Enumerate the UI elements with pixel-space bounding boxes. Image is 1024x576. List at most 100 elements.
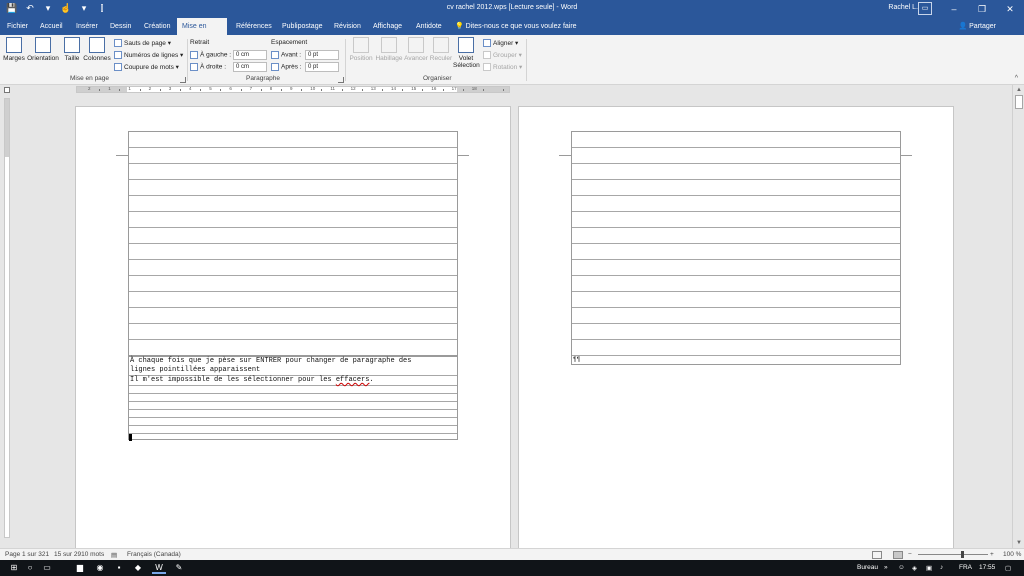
scroll-thumb[interactable] bbox=[1015, 95, 1023, 109]
minimize-button[interactable]: – bbox=[940, 0, 968, 18]
zoom-slider-thumb[interactable] bbox=[961, 551, 964, 558]
table-row[interactable] bbox=[572, 244, 900, 260]
line-numbers-button[interactable]: Numéros de lignes ▾ bbox=[114, 51, 183, 60]
table-bottom[interactable]: À chaque fois que je pèse sur ENTRER pou… bbox=[128, 356, 458, 443]
document-page-2[interactable]: ¶¶ bbox=[518, 106, 954, 548]
vertical-ruler[interactable] bbox=[4, 98, 10, 538]
user-name[interactable]: Rachel L. bbox=[888, 4, 918, 11]
table-row[interactable] bbox=[129, 148, 457, 164]
bring-forward-button[interactable]: Avancer bbox=[404, 37, 428, 62]
table-row[interactable] bbox=[572, 212, 900, 228]
table-page-2[interactable]: ¶¶ bbox=[571, 131, 901, 365]
dotted-line-row[interactable] bbox=[129, 426, 457, 434]
collapse-ribbon-icon[interactable]: ^ bbox=[1015, 75, 1018, 82]
size-button[interactable]: Taille bbox=[62, 37, 82, 62]
send-backward-button[interactable]: Reculer bbox=[429, 37, 453, 62]
chrome-icon[interactable]: ◉ bbox=[93, 562, 107, 574]
table-row[interactable] bbox=[129, 276, 457, 292]
notification-icon[interactable]: ▣ bbox=[926, 564, 932, 572]
page-breaks-button[interactable]: Sauts de page ▾ bbox=[114, 39, 171, 48]
maximize-button[interactable]: ❐ bbox=[968, 0, 996, 18]
task-view-icon[interactable]: ▭ bbox=[40, 562, 54, 574]
tab-creation[interactable]: Création bbox=[139, 18, 175, 35]
clock[interactable]: 17:55 bbox=[979, 564, 995, 571]
dotted-line-row[interactable] bbox=[129, 418, 457, 426]
file-explorer-icon[interactable]: ▆ bbox=[73, 562, 87, 574]
tab-references[interactable]: Références bbox=[231, 18, 277, 35]
table-row[interactable] bbox=[129, 164, 457, 180]
table-row[interactable] bbox=[129, 324, 457, 340]
tab-revision[interactable]: Révision bbox=[329, 18, 366, 35]
table-row[interactable] bbox=[129, 132, 457, 148]
windows-start-icon[interactable]: ⊞ bbox=[7, 562, 21, 574]
tab-selector[interactable] bbox=[4, 87, 10, 93]
people-icon[interactable]: ☺ bbox=[898, 564, 905, 571]
tab-inserer[interactable]: Insérer bbox=[71, 18, 103, 35]
group-button[interactable]: Grouper ▾ bbox=[483, 51, 522, 60]
tab-accueil[interactable]: Accueil bbox=[35, 18, 68, 35]
selection-pane-button[interactable]: Volet Sélection bbox=[453, 37, 480, 69]
table-row[interactable] bbox=[129, 340, 457, 355]
rotate-button[interactable]: Rotation ▾ bbox=[483, 63, 522, 72]
table-row[interactable] bbox=[129, 180, 457, 196]
word-icon[interactable]: W bbox=[152, 562, 166, 574]
table-row[interactable] bbox=[129, 292, 457, 308]
wrap-text-button[interactable]: Habillage bbox=[375, 37, 403, 62]
document-page-1[interactable]: À chaque fois que je pèse sur ENTRER pou… bbox=[75, 106, 511, 548]
margins-button[interactable]: Marges bbox=[3, 37, 25, 62]
table-row[interactable] bbox=[572, 340, 900, 356]
table-row[interactable] bbox=[572, 308, 900, 324]
table-row[interactable] bbox=[129, 212, 457, 228]
zoom-in-icon[interactable]: + bbox=[990, 551, 994, 558]
table-row[interactable] bbox=[572, 260, 900, 276]
document-area[interactable]: À chaque fois que je pèse sur ENTRER pou… bbox=[12, 94, 1012, 548]
dotted-line-row[interactable] bbox=[129, 386, 457, 394]
columns-button[interactable]: Colonnes bbox=[83, 37, 111, 62]
table-row[interactable] bbox=[572, 164, 900, 180]
indent-right-input[interactable]: 0 cm bbox=[233, 62, 267, 72]
page-count[interactable]: Page 1 sur 321 bbox=[5, 551, 49, 558]
word-count[interactable]: 15 sur 2910 mots bbox=[54, 551, 104, 558]
table-row[interactable] bbox=[129, 308, 457, 324]
app-icon[interactable]: ◆ bbox=[131, 562, 145, 574]
desktop-toolbar[interactable]: Bureau bbox=[857, 564, 878, 571]
table-row[interactable] bbox=[129, 244, 457, 260]
paragraphe-dialog-launcher[interactable] bbox=[338, 77, 344, 83]
table-row[interactable] bbox=[572, 148, 900, 164]
dotted-line-row[interactable] bbox=[129, 402, 457, 410]
table-row[interactable] bbox=[572, 196, 900, 212]
scroll-down-icon[interactable]: ▼ bbox=[1016, 540, 1022, 546]
close-button[interactable]: ✕ bbox=[996, 0, 1024, 18]
spacing-after-input[interactable]: 0 pt bbox=[305, 62, 339, 72]
table-row[interactable] bbox=[129, 228, 457, 244]
tab-antidote[interactable]: Antidote bbox=[411, 18, 447, 35]
tab-affichage[interactable]: Affichage bbox=[368, 18, 407, 35]
zoom-slider[interactable] bbox=[918, 554, 988, 555]
table-row[interactable] bbox=[572, 276, 900, 292]
tab-dessin[interactable]: Dessin bbox=[105, 18, 136, 35]
tell-me-search[interactable]: 💡 Dites-nous ce que vous voulez faire bbox=[455, 18, 577, 35]
orientation-button[interactable]: Orientation bbox=[26, 37, 60, 62]
language-status[interactable]: Français (Canada) bbox=[127, 551, 181, 558]
text-cell[interactable]: Il m'est impossible de les sélectionner … bbox=[129, 376, 457, 386]
tab-publipostage[interactable]: Publipostage bbox=[277, 18, 327, 35]
spelling-error-word[interactable]: effacers bbox=[336, 376, 370, 384]
indent-left-input[interactable]: 0 cm bbox=[233, 50, 267, 60]
spacing-before-input[interactable]: 0 pt bbox=[305, 50, 339, 60]
volume-icon[interactable]: ♪ bbox=[940, 564, 943, 571]
text-cell[interactable]: À chaque fois que je pèse sur ENTRER pou… bbox=[129, 357, 457, 376]
scroll-up-icon[interactable]: ▲ bbox=[1016, 87, 1022, 93]
app-icon[interactable]: ✎ bbox=[172, 562, 186, 574]
search-icon[interactable]: ○ bbox=[23, 562, 37, 574]
mise-en-page-dialog-launcher[interactable] bbox=[180, 77, 186, 83]
print-layout-icon[interactable] bbox=[893, 551, 903, 559]
horizontal-ruler[interactable]: 2 1 1 2 3 4 5 6 7 8 9 10 11 12 13 14 15 16 17 18 bbox=[76, 86, 510, 93]
zoom-level[interactable]: 100 % bbox=[1003, 551, 1021, 558]
table-row[interactable] bbox=[129, 196, 457, 212]
table-top[interactable] bbox=[128, 131, 458, 356]
read-mode-icon[interactable] bbox=[872, 551, 882, 559]
action-center-icon[interactable]: ▢ bbox=[1005, 564, 1011, 572]
share-button[interactable]: 👤 Partager bbox=[958, 18, 996, 35]
input-language[interactable]: FRA bbox=[959, 564, 972, 571]
cursor-row[interactable] bbox=[129, 434, 457, 443]
